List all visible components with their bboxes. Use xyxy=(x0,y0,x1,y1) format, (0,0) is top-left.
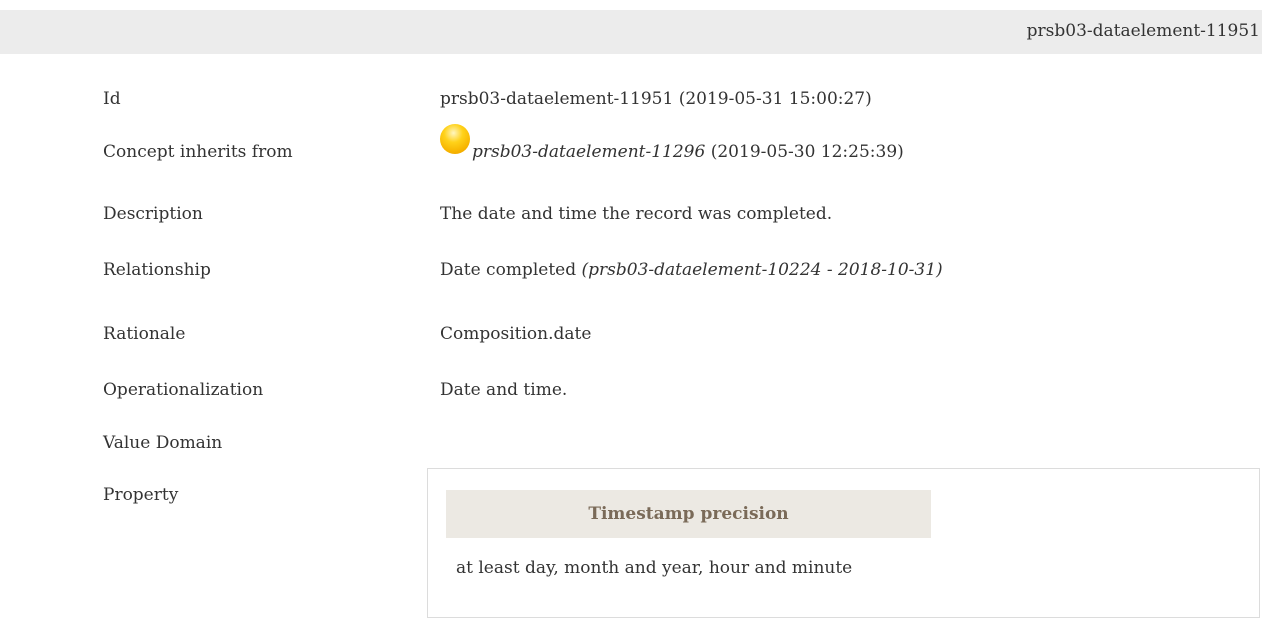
label-value-domain: Value Domain xyxy=(103,433,223,453)
label-id: Id xyxy=(103,89,121,109)
label-description: Description xyxy=(103,204,203,224)
value-operationalization: Date and time. xyxy=(440,380,568,400)
value-description: The date and time the record was complet… xyxy=(440,204,833,224)
property-table: Timestamp precision at least day, month … xyxy=(427,468,1260,618)
value-id: prsb03-dataelement-11951 (2019-05-31 15:… xyxy=(440,89,872,109)
label-concept-inherits: Concept inherits from xyxy=(103,142,293,162)
label-rationale: Rationale xyxy=(103,324,186,344)
value-concept-inherits: prsb03-dataelement-11296 (2019-05-30 12:… xyxy=(440,124,904,162)
value-relationship: Date completed (prsb03-dataelement-10224… xyxy=(440,260,943,280)
label-relationship: Relationship xyxy=(103,260,211,280)
inherits-link[interactable]: prsb03-dataelement-11296 xyxy=(472,142,705,162)
value-rationale: Composition.date xyxy=(440,324,592,344)
label-property: Property xyxy=(103,485,179,505)
relationship-ref[interactable]: (prsb03-dataelement-10224 - 2018-10-31) xyxy=(582,260,943,280)
property-header: Timestamp precision xyxy=(446,490,931,538)
property-value: at least day, month and year, hour and m… xyxy=(456,558,853,578)
yellow-circle-icon xyxy=(440,124,470,154)
label-operationalization: Operationalization xyxy=(103,380,264,400)
inherits-date: (2019-05-30 12:25:39) xyxy=(710,142,904,162)
relationship-name: Date completed xyxy=(440,260,577,280)
header-concept-id: prsb03-dataelement-11951 xyxy=(1026,21,1260,41)
